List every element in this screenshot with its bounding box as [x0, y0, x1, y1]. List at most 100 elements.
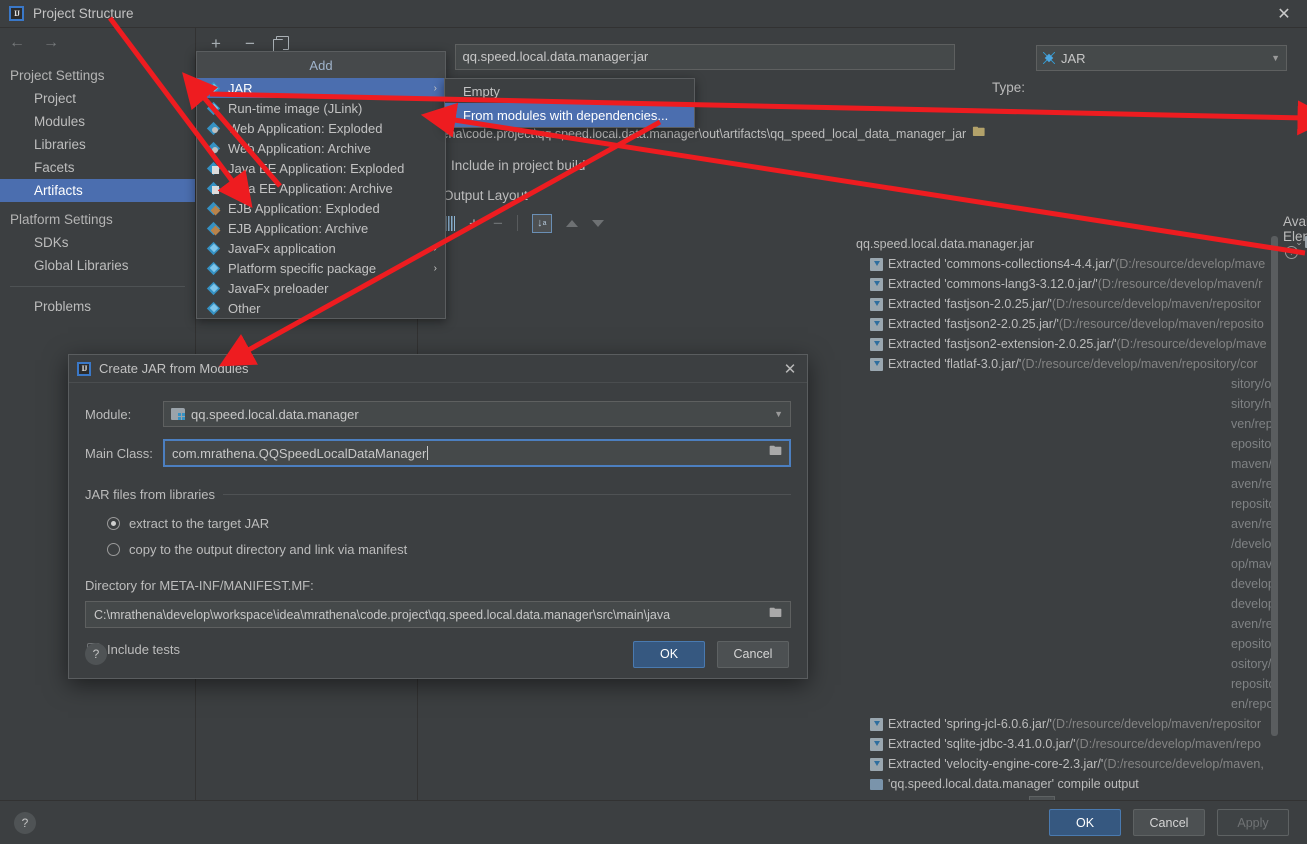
add-menu-item-java-ee-application-exploded[interactable]: Java EE Application: Exploded	[197, 158, 445, 178]
toolbar-divider	[516, 215, 518, 231]
available-elements-tree[interactable]: ⌄qq⌄speed⌄local⌄data⌄managerMaven: ch.qo…	[1285, 232, 1307, 794]
copy-artifact-icon[interactable]	[273, 36, 289, 52]
window-close-button[interactable]: ✕	[1261, 0, 1307, 28]
sidebar-group-platform-settings: Platform Settings SDKs Global Libraries	[0, 202, 195, 277]
dialog-help-button[interactable]: ?	[85, 643, 107, 665]
radio-copy-to-output-directory[interactable]: copy to the output directory and link vi…	[107, 538, 807, 560]
available-elements-row[interactable]: Maven: org.apache.velocity:velocity-engi…	[1285, 692, 1307, 712]
cancel-button[interactable]: Cancel	[1133, 809, 1205, 836]
triangle-down-icon[interactable]	[591, 219, 604, 227]
include-in-project-build-label[interactable]: Include in project build	[451, 158, 585, 173]
sidebar-group-project-settings: Project Settings Project Modules Librari…	[0, 58, 195, 202]
available-elements-row[interactable]: Maven: com.alibaba:fastjson:2.0.25 (Proj…	[1285, 412, 1307, 432]
sidebar-item-project[interactable]: Project	[0, 87, 195, 110]
add-menu-item-web-application-exploded[interactable]: Web Application: Exploded	[197, 118, 445, 138]
add-menu-item-javafx-application[interactable]: JavaFx application ›	[197, 238, 445, 258]
add-menu-item-ejb-application-archive[interactable]: EJB Application: Archive	[197, 218, 445, 238]
add-menu-item-run-time-image-jlink[interactable]: Run-time image (JLink)	[197, 98, 445, 118]
ok-button[interactable]: OK	[1049, 809, 1121, 836]
manifest-dir-input[interactable]: C:\mrathena\develop\workspace\idea\mrath…	[85, 601, 791, 628]
available-elements-row[interactable]: Maven: ch.qos.logback:logback-core:1.4.6…	[1285, 352, 1307, 372]
main-class-input[interactable]: com.mrathena.QQSpeedLocalDataManager 🖿	[163, 439, 791, 467]
output-tree-row[interactable]: Extracted 'spring-jcl-6.0.6.jar/' (D:/re…	[856, 714, 1276, 734]
sidebar-item-modules[interactable]: Modules	[0, 110, 195, 133]
sort-alphabetically-icon[interactable]: ↓ a	[531, 213, 552, 233]
sidebar-item-facets[interactable]: Facets	[0, 156, 195, 179]
available-elements-row[interactable]: Maven: org.apache.commons:commons-lang3:…	[1285, 672, 1307, 692]
output-layout-scrollbar[interactable]	[1271, 236, 1278, 792]
available-elements-row[interactable]: Maven: net.java.dev.jna:jna-platform:5.1…	[1285, 612, 1307, 632]
available-elements-row[interactable]: Maven: com.alibaba.fastjson2:fastjson2:2…	[1285, 392, 1307, 412]
add-menu-item-web-application-archive[interactable]: Web Application: Archive	[197, 138, 445, 158]
output-tree-row[interactable]: Extracted 'commons-lang3-3.12.0.jar/' (D…	[856, 274, 1276, 294]
remove-artifact-icon[interactable]: −	[242, 35, 258, 52]
output-tree-row-path-fragment: op/mave	[1231, 557, 1276, 571]
available-elements-row[interactable]: Maven: org.apache.commons:commons-collec…	[1285, 652, 1307, 672]
add-artifact-icon[interactable]: +	[208, 35, 224, 52]
remove-element-icon[interactable]: −	[493, 215, 503, 232]
output-tree-row[interactable]: Extracted 'flatlaf-3.0.jar/' (D:/resourc…	[856, 354, 1276, 374]
available-elements-row[interactable]: Maven: ch.qos.logback:logback-classic:1.…	[1285, 332, 1307, 352]
sidebar-item-libraries[interactable]: Libraries	[0, 133, 195, 156]
output-tree-row[interactable]: Extracted 'fastjson-2.0.25.jar/' (D:/res…	[856, 294, 1276, 314]
output-tree-row[interactable]: Extracted 'sqlite-jdbc-3.41.0.0.jar/' (D…	[856, 734, 1276, 754]
available-elements-row[interactable]: Maven: com.squareup.okio:okio:1.17.2 (Pr…	[1285, 592, 1307, 612]
add-menu-item-javafx-preloader[interactable]: JavaFx preloader	[197, 278, 445, 298]
available-elements-row[interactable]: Maven: com.baomidou:mybatis-plus-generat…	[1285, 492, 1307, 512]
add-element-icon[interactable]: +	[469, 215, 479, 232]
available-elements-row[interactable]: Maven: net.java.dev.jna:jna:5.13.0 (Proj…	[1285, 632, 1307, 652]
main-class-browse-icon[interactable]: 🖿	[769, 442, 782, 464]
available-elements-row[interactable]: Maven: com.baomidou:mybatis-plus-extensi…	[1285, 472, 1307, 492]
available-elements-row[interactable]: ⌄speed	[1285, 252, 1307, 272]
sidebar-item-artifacts[interactable]: Artifacts	[0, 179, 195, 202]
available-elements-row[interactable]: ⌄data	[1285, 292, 1307, 312]
available-elements-row[interactable]: Maven: com.formdev:flatlaf:3.0 (Project …	[1285, 532, 1307, 552]
available-elements-row[interactable]: Maven: com.baomidou:mybatis-plus-annotat…	[1285, 432, 1307, 452]
available-elements-row[interactable]: ⌄qq	[1285, 232, 1307, 252]
add-menu-item-ejb-application-exploded[interactable]: EJB Application: Exploded	[197, 198, 445, 218]
chevron-right-icon: ›	[433, 242, 437, 254]
artifact-type-combo[interactable]: JAR ▼	[1036, 45, 1287, 71]
manifest-browse-icon[interactable]: 🖿	[769, 604, 782, 626]
available-elements-row[interactable]: Maven: com.squareup.okhttp3:okhttp:3.14.…	[1285, 572, 1307, 592]
jar-files-section: JAR files from libraries	[85, 487, 791, 502]
output-layout-tree[interactable]: qq.speed.local.data.manager.jar Extracted…	[856, 234, 1276, 794]
radio-extract-to-target-jar[interactable]: extract to the target JAR	[107, 512, 807, 534]
chevron-down-icon[interactable]: ⌄	[1293, 232, 1305, 252]
module-combo[interactable]: qq.speed.local.data.manager ▼	[163, 401, 791, 427]
dialog-ok-button[interactable]: OK	[633, 640, 705, 668]
available-elements-row[interactable]: Maven: com.github.jsqlparser:jsqlparser:…	[1285, 552, 1307, 572]
add-menu-item-platform-specific-package[interactable]: Platform specific package ›	[197, 258, 445, 278]
available-elements-row[interactable]: Maven: com.baomidou:mybatis-plus:3.5.3.1…	[1285, 512, 1307, 532]
available-elements-row[interactable]: Maven: org.mybatis:mybatis:3.5.10 (Proje…	[1285, 752, 1307, 772]
dialog-cancel-button[interactable]: Cancel	[717, 640, 789, 668]
sidebar-item-global-libraries[interactable]: Global Libraries	[0, 254, 195, 277]
add-menu-item-other[interactable]: Other	[197, 298, 445, 318]
output-tree-row[interactable]: Extracted 'fastjson2-2.0.25.jar/' (D:/re…	[856, 314, 1276, 334]
available-elements-row[interactable]: Maven: org.mybatis:mybatis-spring:2.0.7 …	[1285, 732, 1307, 752]
output-tree-row[interactable]: Extracted 'velocity-engine-core-2.3.jar/…	[856, 754, 1276, 774]
output-tree-row[interactable]: Extracted 'fastjson2-extension-2.0.25.ja…	[856, 334, 1276, 354]
jar-submenu-item-empty[interactable]: Empty	[445, 79, 694, 103]
triangle-up-icon[interactable]	[565, 219, 578, 227]
add-menu-item-java-ee-application-archive[interactable]: Java EE Application: Archive	[197, 178, 445, 198]
add-menu-item-jar[interactable]: JAR ›	[197, 78, 445, 98]
sidebar-item-problems[interactable]: Problems	[0, 295, 195, 318]
available-elements-row[interactable]: ⌄manager	[1285, 312, 1307, 332]
output-tree-row[interactable]: Extracted 'commons-collections4-4.4.jar/…	[856, 254, 1276, 274]
artifact-name-input[interactable]: qq.speed.local.data.manager:jar	[454, 44, 955, 70]
available-elements-row[interactable]: Maven: com.alibaba.fastjson2:fastjson2-e…	[1285, 372, 1307, 392]
dialog-close-button[interactable]: ✕	[773, 355, 807, 383]
available-elements-row[interactable]: ⌄local	[1285, 272, 1307, 292]
folder-browse-icon[interactable]: 🖿	[972, 123, 985, 145]
available-elements-row[interactable]: Maven: org.ini4j:ini4j:0.5.4 (Project Li…	[1285, 712, 1307, 732]
jar-submenu-item-from-modules-with-dependencies[interactable]: From modules with dependencies...	[445, 103, 694, 127]
scrollbar-thumb[interactable]	[1271, 236, 1278, 736]
web-app-icon	[207, 142, 220, 155]
forward-arrow-icon[interactable]: →	[42, 35, 60, 51]
available-elements-row[interactable]: Maven: com.baomidou:mybatis-plus-core:3.…	[1285, 452, 1307, 472]
help-button[interactable]: ?	[14, 811, 36, 834]
sidebar-item-sdks[interactable]: SDKs	[0, 231, 195, 254]
back-arrow-icon[interactable]: ←	[8, 35, 26, 51]
output-tree-row[interactable]: qq.speed.local.data.manager.jar	[856, 234, 1276, 254]
